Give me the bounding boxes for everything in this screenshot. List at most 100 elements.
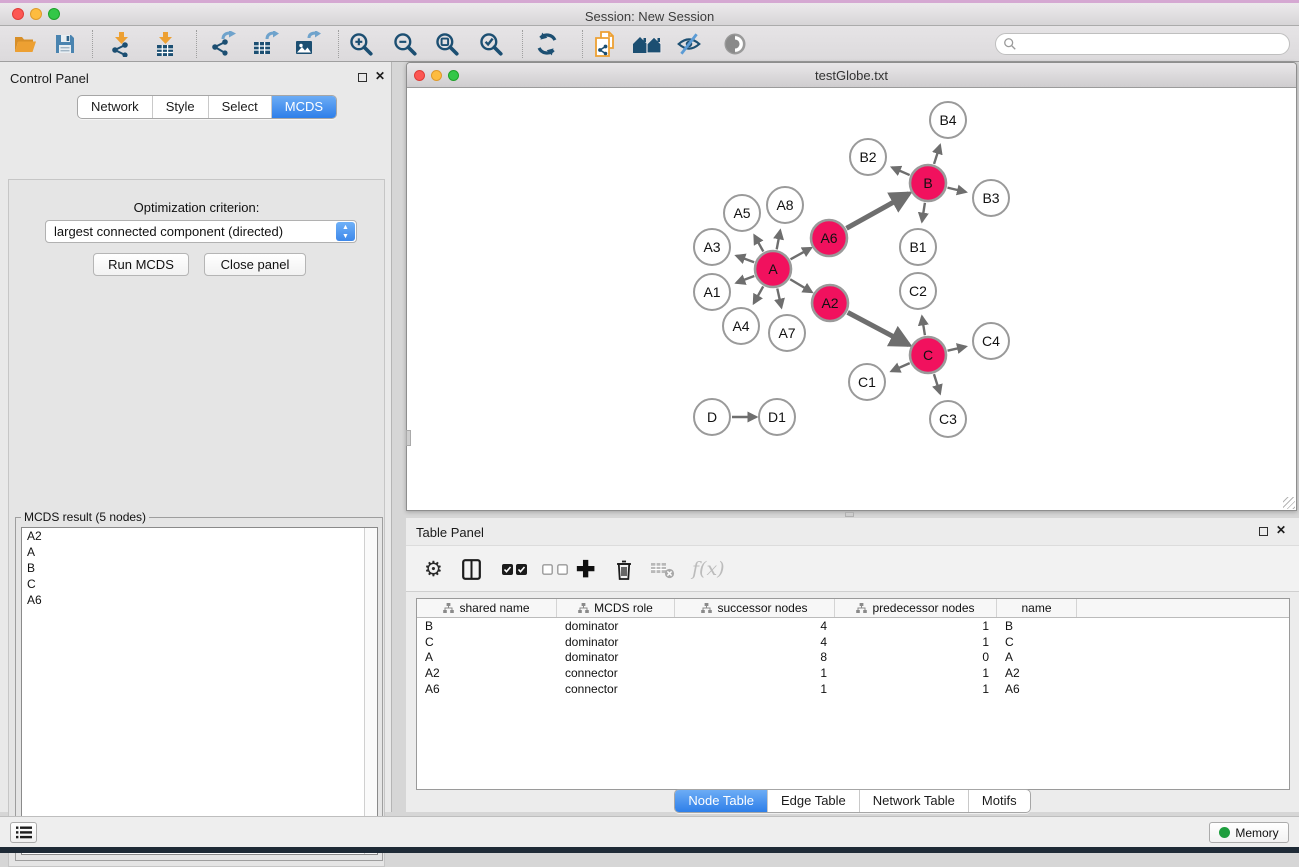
zoom-selected-icon[interactable] — [474, 30, 508, 58]
mcds-result-item[interactable]: A — [22, 544, 377, 560]
graph-node-B3[interactable]: B3 — [973, 180, 1009, 216]
graph-edge-A2-C[interactable] — [848, 312, 909, 344]
graph-edge-A-A3[interactable] — [736, 256, 754, 262]
mcds-result-list[interactable]: A2ABCA6 — [21, 527, 378, 855]
first-neighbors-icon[interactable] — [630, 30, 664, 58]
graph-edge-A-A1[interactable] — [736, 276, 754, 283]
graph-node-C2[interactable]: C2 — [900, 273, 936, 309]
network-canvas[interactable]: B4B2BB3A5A8A6B1A3AC2A1A2A4A7C4CC1C3DD1 — [407, 88, 1296, 510]
graph-node-A1[interactable]: A1 — [694, 274, 730, 310]
zoom-out-icon[interactable] — [388, 30, 422, 58]
graph-edge-A-A8[interactable] — [777, 231, 781, 250]
run-mcds-button[interactable]: Run MCDS — [93, 253, 189, 276]
mcds-result-item[interactable]: A2 — [22, 528, 377, 544]
column-layout-icon[interactable] — [462, 554, 481, 584]
tab-network[interactable]: Network — [78, 96, 152, 118]
graph-node-B[interactable]: B — [910, 165, 946, 201]
graph-node-B2[interactable]: B2 — [850, 139, 886, 175]
table-row[interactable]: A2connector11A2 — [417, 665, 1289, 681]
graph-edge-B-B2[interactable] — [892, 167, 910, 175]
graph-node-C3[interactable]: C3 — [930, 401, 966, 437]
tab-mcds[interactable]: MCDS — [271, 96, 336, 118]
function-builder-icon[interactable]: f(x) — [692, 554, 725, 584]
graph-edge-C-C4[interactable] — [948, 347, 966, 351]
mcds-result-item[interactable]: C — [22, 576, 377, 592]
graph-node-A2[interactable]: A2 — [812, 285, 848, 321]
tab-edge-table[interactable]: Edge Table — [767, 790, 859, 812]
graph-node-A4[interactable]: A4 — [723, 308, 759, 344]
import-table-icon[interactable] — [148, 30, 182, 58]
splitter-handle[interactable] — [406, 430, 411, 446]
show-all-icon[interactable] — [718, 30, 752, 58]
graph-node-D[interactable]: D — [694, 399, 730, 435]
graph-node-D1[interactable]: D1 — [759, 399, 795, 435]
float-panel-icon[interactable] — [358, 73, 367, 82]
tab-network-table[interactable]: Network Table — [859, 790, 968, 812]
graph-node-A8[interactable]: A8 — [767, 187, 803, 223]
zoom-in-icon[interactable] — [344, 30, 378, 58]
graph-node-B1[interactable]: B1 — [900, 229, 936, 265]
graph-node-A3[interactable]: A3 — [694, 229, 730, 265]
select-all-icon[interactable] — [502, 554, 527, 584]
zoom-fit-icon[interactable] — [430, 30, 464, 58]
export-network-icon[interactable] — [206, 30, 240, 58]
tab-node-table[interactable]: Node Table — [675, 790, 767, 812]
graph-edge-A-A6[interactable] — [790, 248, 811, 259]
network-graph[interactable]: B4B2BB3A5A8A6B1A3AC2A1A2A4A7C4CC1C3DD1 — [407, 88, 1296, 510]
memory-button[interactable]: Memory — [1209, 822, 1289, 843]
search-input[interactable] — [1021, 35, 1289, 53]
task-history-button[interactable] — [10, 822, 37, 843]
graph-edge-A-A5[interactable] — [754, 235, 763, 251]
export-image-icon[interactable] — [290, 30, 324, 58]
refresh-icon[interactable] — [530, 30, 564, 58]
graph-edge-A-A2[interactable] — [790, 279, 812, 292]
gear-icon[interactable]: ⚙ — [424, 554, 443, 584]
delete-table-icon[interactable] — [650, 554, 675, 584]
import-network-icon[interactable] — [104, 30, 138, 58]
graph-node-C1[interactable]: C1 — [849, 364, 885, 400]
search-box[interactable] — [995, 33, 1290, 55]
graph-edge-B-B1[interactable] — [922, 203, 925, 222]
table-row[interactable]: A6connector11A6 — [417, 681, 1289, 697]
node-table[interactable]: shared nameMCDS rolesuccessor nodesprede… — [416, 598, 1290, 790]
graph-edge-A6-B[interactable] — [846, 194, 908, 229]
graph-edge-C-C2[interactable] — [922, 317, 925, 336]
resize-grip[interactable] — [1283, 497, 1295, 509]
scrollbar-track[interactable] — [364, 528, 377, 854]
float-panel-icon[interactable] — [1259, 527, 1268, 536]
graph-node-C4[interactable]: C4 — [973, 323, 1009, 359]
close-panel-icon[interactable]: ✕ — [1276, 523, 1286, 537]
graph-node-A6[interactable]: A6 — [811, 220, 847, 256]
close-panel-button[interactable]: Close panel — [204, 253, 306, 276]
graph-edge-C-C1[interactable] — [891, 363, 909, 371]
hide-selected-icon[interactable] — [672, 30, 706, 58]
mcds-result-item[interactable]: A6 — [22, 592, 377, 608]
column-header[interactable]: successor nodes — [675, 599, 835, 617]
column-header[interactable]: MCDS role — [557, 599, 675, 617]
graph-edge-B-B4[interactable] — [934, 145, 940, 164]
graph-edge-C-C3[interactable] — [934, 374, 940, 393]
export-table-icon[interactable] — [248, 30, 282, 58]
tab-style[interactable]: Style — [152, 96, 208, 118]
delete-icon[interactable] — [614, 554, 634, 584]
tab-select[interactable]: Select — [208, 96, 271, 118]
graph-node-B4[interactable]: B4 — [930, 102, 966, 138]
close-panel-icon[interactable]: ✕ — [375, 69, 385, 83]
graph-edge-B-B3[interactable] — [947, 188, 965, 192]
splitter-handle[interactable] — [845, 512, 854, 517]
mcds-result-item[interactable]: B — [22, 560, 377, 576]
column-header[interactable]: shared name — [417, 599, 557, 617]
table-row[interactable]: Bdominator41B — [417, 618, 1289, 634]
open-file-icon[interactable] — [8, 30, 42, 58]
graph-node-A5[interactable]: A5 — [724, 195, 760, 231]
clone-network-icon[interactable] — [588, 30, 622, 58]
graph-node-C[interactable]: C — [910, 337, 946, 373]
graph-edge-A-A4[interactable] — [754, 286, 763, 303]
table-row[interactable]: Adominator80A — [417, 649, 1289, 665]
column-header[interactable]: predecessor nodes — [835, 599, 997, 617]
graph-node-A[interactable]: A — [755, 251, 791, 287]
graph-edge-A-A7[interactable] — [777, 289, 781, 308]
add-column-icon[interactable]: ✚ — [576, 554, 595, 584]
column-header[interactable]: name — [997, 599, 1077, 617]
deselect-all-icon[interactable] — [542, 554, 568, 584]
